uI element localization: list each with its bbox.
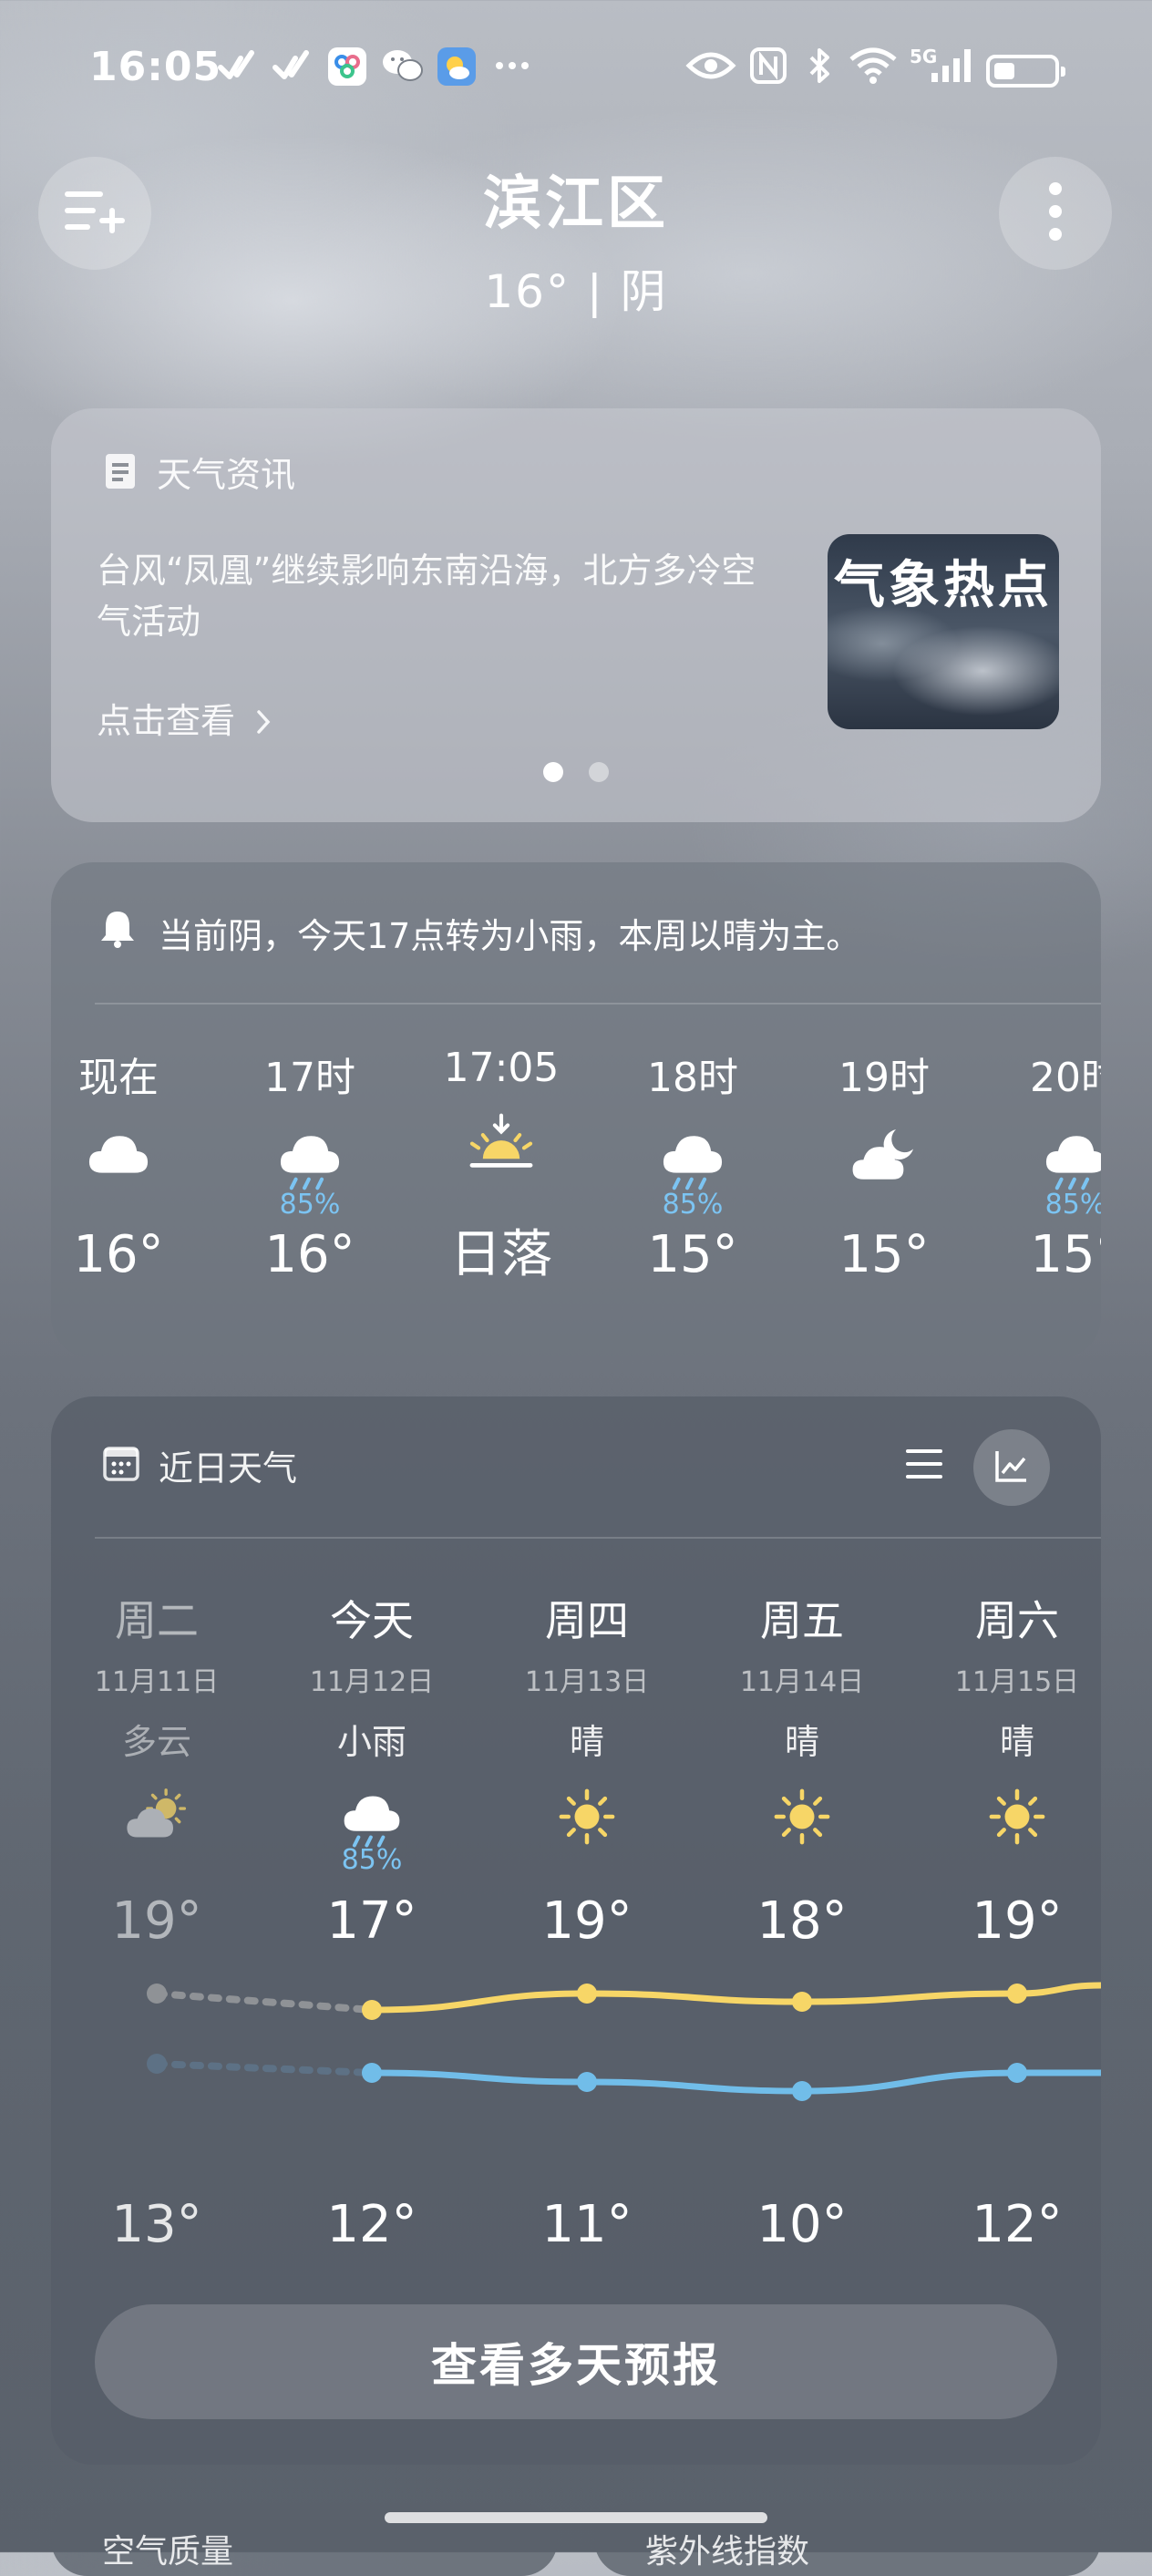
news-doc-icon: [104, 452, 137, 494]
hourly-item: 20时 85% 15°: [989, 1045, 1101, 1284]
hourly-item: 现在 16°: [51, 1045, 205, 1284]
bluetooth-icon: [806, 47, 833, 84]
hourly-temp: 16°: [264, 1225, 355, 1284]
battery-icon: [986, 55, 1065, 88]
uv-index-label: 紫外线指数: [645, 2533, 810, 2571]
low-temp-past-line: [153, 2060, 375, 2076]
high-temp-point: [1007, 1984, 1027, 2004]
hourly-temp: 15°: [1030, 1225, 1101, 1284]
precip-probability: 85%: [1044, 1189, 1101, 1221]
hourly-time: 17时: [264, 1055, 355, 1101]
wifi-icon: [848, 47, 899, 84]
page-indicator-dot: [589, 762, 609, 782]
low-temp-point: [362, 2063, 382, 2083]
hourly-temp: 15°: [647, 1225, 738, 1284]
high-temp-past-line: [153, 1990, 375, 2014]
temperature-trend-chart: [147, 1982, 1101, 2101]
more-options-button[interactable]: [999, 157, 1112, 270]
high-temp-line: [368, 1982, 1101, 2014]
hourly-time: 20时: [1030, 1055, 1101, 1101]
hourly-temp: 日落: [450, 1225, 552, 1284]
air-quality-label: 空气质量: [102, 2533, 234, 2571]
weather-news-card[interactable]: 天气资讯 台风“凤凰”继续影响东南沿海，北方多冷空气活动 点击查看 气象热点: [51, 408, 1101, 822]
hourly-temp: 15°: [838, 1225, 930, 1284]
more-vertical-icon: [1046, 180, 1065, 247]
wechat-icon: [381, 47, 425, 84]
hourly-temp: 16°: [73, 1225, 164, 1284]
low-temp-line: [368, 2069, 1101, 2095]
precip-probability: [797, 1189, 971, 1221]
news-thumbnail-text: 气象热点: [834, 556, 1053, 615]
low-temp-point: [147, 2054, 167, 2074]
app-icon: [328, 47, 366, 86]
multi-day-forecast-button[interactable]: 查看多天预报: [95, 2304, 1057, 2419]
precip-probability: 85%: [279, 1189, 341, 1221]
hourly-time: 19时: [838, 1055, 930, 1101]
low-temp-point: [1007, 2063, 1027, 2083]
low-temp-point: [577, 2072, 597, 2092]
high-temp-point: [362, 2000, 382, 2020]
hourly-forecast-row[interactable]: 现在 16° 17时 85% 16° 17:05 日落 18时 85% 15° 19时 15° 20时 8…: [51, 862, 1101, 1358]
hourly-item: 18时 85% 15°: [606, 1045, 779, 1284]
hourly-item: 17时 85% 16°: [223, 1045, 396, 1284]
high-temp-point: [577, 1984, 597, 2004]
hourly-time: 现在: [78, 1055, 159, 1101]
precip-probability: [415, 1177, 588, 1210]
news-card-title: 天气资讯: [157, 455, 296, 495]
signal-icon: [930, 47, 973, 84]
weather-app-icon: [437, 47, 476, 86]
current-temp-condition: 16° | 阴: [484, 265, 668, 318]
status-time: 16:05: [89, 44, 222, 90]
low-temp-point: [792, 2081, 812, 2101]
hourly-forecast-card: 当前阴，今天17点转为小雨，本周以晴为主。 现在 16° 17时 85% 16° 17:0…: [51, 862, 1101, 1358]
news-headline[interactable]: 台风“凤凰”继续影响东南沿海，北方多冷空气活动: [97, 545, 789, 647]
home-indicator[interactable]: [385, 2512, 767, 2523]
page-indicator-dot-active: [543, 762, 563, 782]
hourly-time: 17:05: [443, 1045, 560, 1091]
daily-forecast-card: 近日天气 周二 11月11日 多云 19° 13° 今天 11月12日 小雨 85% 17° 12°…: [51, 1396, 1101, 2465]
chevron-right-icon: [255, 704, 272, 744]
hourly-item: 19时 15°: [797, 1045, 971, 1284]
high-temp-point: [792, 1992, 812, 2012]
more-dots-icon: [494, 47, 530, 84]
news-view-link-label: 点击查看: [97, 701, 236, 741]
precip-probability: [51, 1189, 205, 1221]
check-double-icon: [217, 47, 259, 84]
city-name: 滨江区: [483, 170, 669, 238]
check-double-icon: [272, 47, 314, 84]
eye-icon: [685, 47, 736, 84]
precip-probability: 85%: [662, 1189, 724, 1221]
high-temp-point: [147, 1984, 167, 2004]
news-thumbnail[interactable]: 气象热点: [828, 534, 1059, 729]
hourly-time: 18时: [647, 1055, 738, 1101]
hourly-item: 17:05 日落: [415, 1045, 588, 1287]
nfc-icon: [749, 47, 787, 84]
news-view-link[interactable]: 点击查看: [97, 693, 272, 744]
